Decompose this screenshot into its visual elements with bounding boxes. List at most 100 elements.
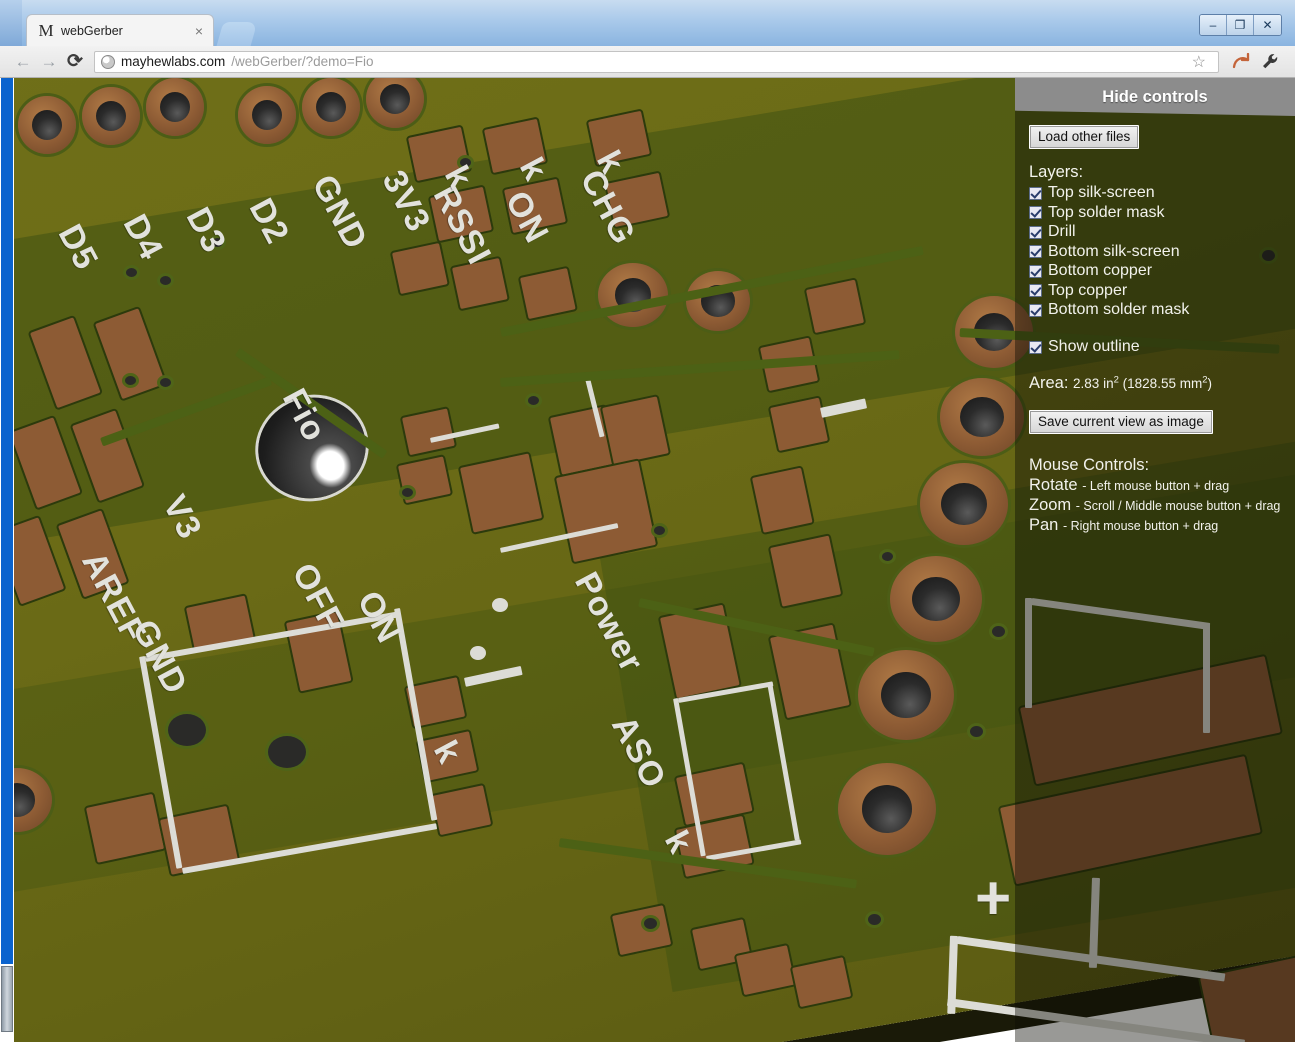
- bookmark-star-icon[interactable]: ☆: [1186, 52, 1212, 72]
- pcb-via: [126, 268, 137, 277]
- pcb-pad: [770, 535, 842, 607]
- close-button[interactable]: ✕: [1254, 15, 1281, 35]
- area-mm-unit: mm: [1179, 376, 1203, 391]
- pcb-through-hole: [302, 78, 360, 136]
- wrench-icon[interactable]: [1257, 50, 1285, 74]
- toolbar-icon-group: [1227, 50, 1285, 74]
- board-area: Area: 2.83 in2 (1828.55 mm2): [1029, 374, 1295, 393]
- save-view-as-image-button[interactable]: Save current view as image: [1029, 410, 1213, 434]
- maximize-button[interactable]: ❐: [1227, 15, 1254, 35]
- forward-button-icon[interactable]: →: [36, 50, 62, 74]
- pcb-silk-dot: [470, 646, 486, 660]
- area-inches-unit: in: [1103, 376, 1114, 391]
- pcb-pad: [556, 460, 657, 563]
- layer-label-3: Bottom silk-screen: [1048, 242, 1180, 260]
- window-controls: – ❐ ✕: [1199, 14, 1282, 36]
- layer-label-6: Bottom solder mask: [1048, 301, 1190, 318]
- pcb-via: [654, 526, 665, 535]
- layer-checkbox-2[interactable]: [1029, 225, 1042, 239]
- pcb-via: [528, 396, 539, 405]
- pcb-via: [992, 626, 1005, 637]
- layer-checkbox-0[interactable]: [1029, 186, 1042, 200]
- tab-close-icon[interactable]: ×: [193, 24, 205, 38]
- layer-row-3[interactable]: Bottom silk-screen: [1029, 243, 1295, 261]
- hide-controls-header[interactable]: Hide controls: [1015, 78, 1295, 116]
- back-button-icon[interactable]: ←: [10, 50, 36, 74]
- pcb-through-hole: [598, 263, 668, 327]
- pcb-through-hole: [940, 378, 1024, 456]
- layer-row-6[interactable]: Bottom solder mask: [1029, 301, 1295, 319]
- pcb-through-hole: [18, 96, 76, 154]
- title-bar-left-band: [0, 0, 22, 46]
- mouse-control-desc-2: - Right mouse button + drag: [1062, 519, 1219, 533]
- pcb-pad: [602, 396, 669, 465]
- mouse-control-desc-0: - Left mouse button + drag: [1082, 479, 1230, 493]
- layer-checkbox-5[interactable]: [1029, 284, 1042, 297]
- address-bar[interactable]: mayhewlabs.com/webGerber/?demo=Fio ☆: [94, 50, 1219, 73]
- pcb-through-hole: [920, 463, 1008, 545]
- pcb-silk-label-22: +: [975, 864, 1013, 933]
- pcb-through-hole: [890, 556, 982, 642]
- show-outline-row[interactable]: Show outline: [1029, 338, 1295, 356]
- show-outline-label: Show outline: [1048, 338, 1140, 355]
- layer-checkbox-4[interactable]: [1029, 264, 1042, 278]
- layer-checkbox-3[interactable]: [1029, 245, 1042, 258]
- pcb-via: [268, 736, 306, 768]
- mouse-control-action-1: Zoom: [1029, 496, 1076, 514]
- browser-window: M webGerber × – ❐ ✕ ← → ⟳ mayhewlabs.com…: [0, 0, 1295, 1042]
- layer-row-2[interactable]: Drill: [1029, 223, 1295, 241]
- minimize-button[interactable]: –: [1200, 15, 1227, 35]
- show-outline-checkbox[interactable]: [1029, 340, 1042, 354]
- layer-row-5[interactable]: Top copper: [1029, 282, 1295, 300]
- pcb-through-hole: [238, 86, 296, 144]
- pcb-via: [402, 488, 413, 497]
- area-paren-close: ): [1207, 376, 1213, 391]
- scrollbar-arrow[interactable]: [1, 966, 13, 1032]
- scrollbar-thumb[interactable]: [1, 78, 13, 964]
- pcb-through-hole: [82, 87, 140, 145]
- area-inches-exponent: 2: [1113, 374, 1119, 386]
- load-other-files-button[interactable]: Load other files: [1029, 125, 1140, 149]
- controls-body: Load other files Layers: Top silk-screen…: [1015, 116, 1295, 535]
- area-mm-value: 1828.55: [1127, 376, 1176, 391]
- layers-label: Layers:: [1029, 163, 1084, 181]
- layer-row-0[interactable]: Top silk-screen: [1029, 184, 1295, 202]
- pcb-via: [125, 376, 136, 385]
- mouse-control-desc-1: - Scroll / Middle mouse button + drag: [1075, 499, 1281, 513]
- mouse-controls-list: Rotate - Left mouse button + drag Zoom - …: [1029, 476, 1295, 535]
- pcb-via: [970, 726, 983, 737]
- pcb-through-hole: [838, 763, 936, 855]
- pcb-via: [160, 276, 171, 285]
- layer-label-5: Top copper: [1048, 281, 1128, 299]
- tab-favicon-icon: M: [38, 20, 54, 40]
- pcb-via: [160, 378, 171, 387]
- layer-label-1: Top solder mask: [1048, 203, 1165, 221]
- pcb-silk-dot: [492, 598, 508, 612]
- pcb-via: [168, 714, 206, 746]
- area-label: Area:: [1029, 374, 1069, 392]
- mouse-control-action-0: Rotate: [1029, 476, 1083, 494]
- pcb-through-hole: [858, 650, 954, 740]
- browser-tab-webgerber[interactable]: M webGerber ×: [26, 14, 214, 46]
- layer-row-4[interactable]: Bottom copper: [1029, 262, 1295, 280]
- layer-label-0: Top silk-screen: [1048, 184, 1155, 201]
- layer-checkbox-6[interactable]: [1029, 303, 1042, 317]
- url-path: /webGerber/?demo=Fio: [231, 54, 374, 69]
- browser-toolbar: ← → ⟳ mayhewlabs.com/webGerber/?demo=Fio…: [0, 46, 1295, 78]
- url-domain: mayhewlabs.com: [121, 54, 226, 69]
- title-bar: M webGerber × – ❐ ✕: [0, 0, 1295, 46]
- layer-row-1[interactable]: Top solder mask: [1029, 204, 1295, 222]
- undo-arrow-icon[interactable]: [1227, 50, 1255, 74]
- pcb-via: [882, 552, 893, 561]
- mouse-control-action-2: Pan: [1029, 516, 1063, 534]
- reload-button-icon[interactable]: ⟳: [62, 50, 88, 74]
- globe-icon: [101, 54, 115, 69]
- mouse-control-row-1: Zoom - Scroll / Middle mouse button + dr…: [1029, 496, 1295, 515]
- layer-checkbox-1[interactable]: [1029, 206, 1042, 219]
- layer-label-4: Bottom copper: [1048, 262, 1153, 279]
- page-scrollbar[interactable]: [0, 78, 14, 1042]
- controls-panel: Hide controls Load other files Layers: T…: [1015, 78, 1295, 1042]
- new-tab-button[interactable]: [216, 22, 258, 46]
- pcb-via: [868, 914, 881, 925]
- area-inches-value: 2.83: [1073, 376, 1100, 391]
